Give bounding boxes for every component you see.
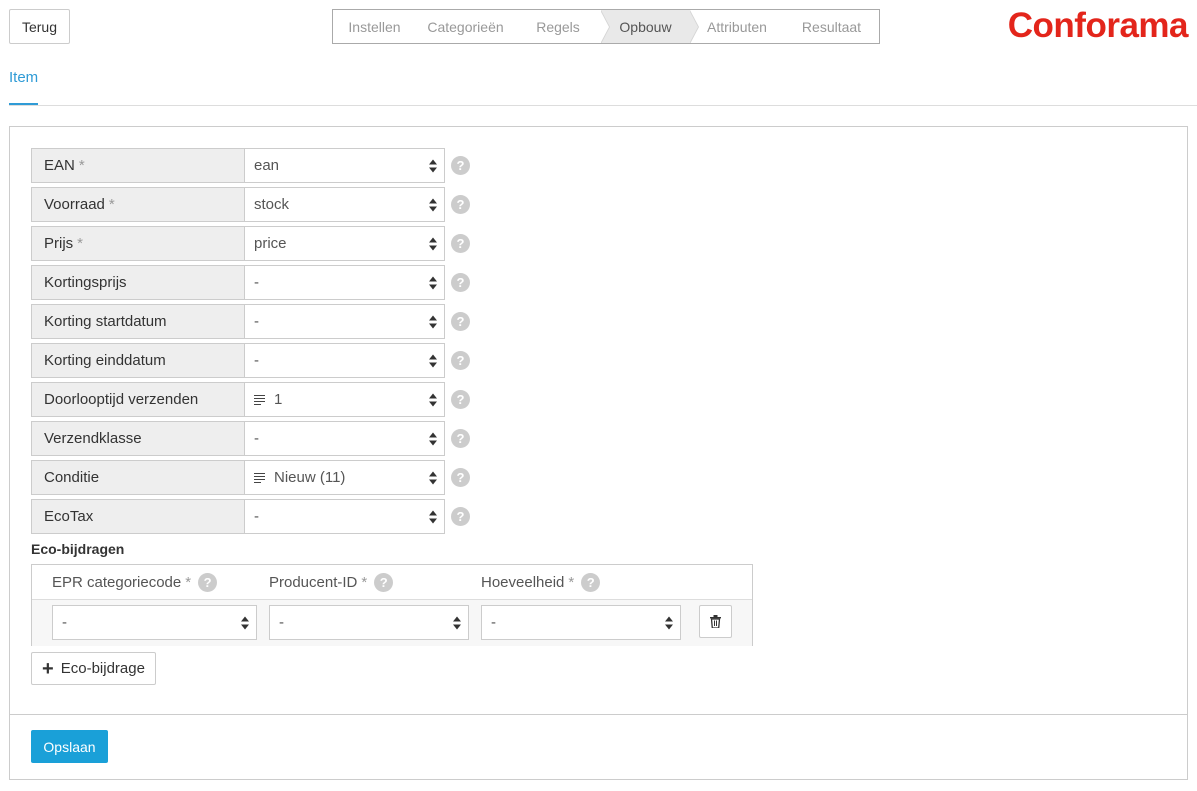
- kortingsprijs-select[interactable]: -: [245, 265, 445, 300]
- field-label: Korting startdatum: [31, 304, 245, 339]
- field-row-doorlooptijd: Doorlooptijd verzenden 1 ?: [31, 382, 470, 417]
- mapping-panel: EAN * ean ? Voorraad * stock ? Prijs * pric…: [9, 126, 1188, 780]
- delete-row-button[interactable]: [699, 605, 732, 638]
- select-arrows-icon: [241, 616, 250, 629]
- help-icon[interactable]: ?: [451, 429, 470, 448]
- prijs-select[interactable]: price: [245, 226, 445, 261]
- field-row-verzendklasse: Verzendklasse - ?: [31, 421, 470, 456]
- ecotax-select[interactable]: -: [245, 499, 445, 534]
- field-row-korting-startdatum: Korting startdatum - ?: [31, 304, 470, 339]
- field-row-korting-einddatum: Korting einddatum - ?: [31, 343, 470, 378]
- doorlooptijd-select[interactable]: 1: [245, 382, 445, 417]
- brand-logo: Conforama: [1007, 6, 1189, 45]
- field-label: Conditie: [31, 460, 245, 495]
- plus-icon: +: [42, 657, 54, 680]
- trash-icon: [710, 615, 721, 628]
- help-icon[interactable]: ?: [374, 573, 394, 592]
- conditie-select[interactable]: Nieuw (11): [245, 460, 445, 495]
- field-label: EAN *: [31, 148, 245, 183]
- step-categorieen[interactable]: Categorieën: [416, 10, 515, 43]
- select-arrows-icon: [429, 432, 438, 445]
- tab-item[interactable]: Item: [9, 69, 39, 105]
- field-label: Doorlooptijd verzenden: [31, 382, 245, 417]
- step-resultaat[interactable]: Resultaat: [784, 10, 879, 43]
- save-button[interactable]: Opslaan: [31, 730, 108, 763]
- field-row-conditie: Conditie Nieuw (11) ?: [31, 460, 470, 495]
- eco-section-title: Eco-bijdragen: [31, 541, 125, 557]
- select-arrows-icon: [429, 510, 438, 523]
- voorraad-select[interactable]: stock: [245, 187, 445, 222]
- step-separator: [600, 10, 610, 43]
- field-row-ean: EAN * ean ?: [31, 148, 470, 183]
- verzendklasse-select[interactable]: -: [245, 421, 445, 456]
- select-arrows-icon: [429, 159, 438, 172]
- field-row-ecotax: EcoTax - ?: [31, 499, 470, 534]
- producent-select[interactable]: -: [269, 605, 469, 640]
- help-icon[interactable]: ?: [451, 390, 470, 409]
- help-icon[interactable]: ?: [451, 507, 470, 526]
- hoeveelheid-select[interactable]: -: [481, 605, 681, 640]
- select-arrows-icon: [429, 198, 438, 211]
- step-regels[interactable]: Regels: [515, 10, 610, 43]
- help-icon[interactable]: ?: [581, 573, 601, 592]
- field-label: Prijs *: [31, 226, 245, 261]
- step-opbouw[interactable]: Opbouw: [601, 10, 699, 43]
- eco-col-producent: Producent-ID *?: [269, 565, 394, 600]
- eco-col-hoeveelheid: Hoeveelheid *?: [481, 565, 601, 600]
- select-arrows-icon: [429, 237, 438, 250]
- tab-divider: [9, 105, 1197, 106]
- eco-table: EPR categoriecode *? Producent-ID *? Hoeve…: [31, 564, 753, 646]
- field-row-voorraad: Voorraad * stock ?: [31, 187, 470, 222]
- epr-select[interactable]: -: [52, 605, 257, 640]
- help-icon[interactable]: ?: [451, 351, 470, 370]
- eco-table-row: - - -: [32, 600, 752, 646]
- select-arrows-icon: [429, 471, 438, 484]
- field-label: Kortingsprijs: [31, 265, 245, 300]
- select-arrows-icon: [429, 315, 438, 328]
- wizard-steps: Instellen Categorieën Regels Opbouw Attr…: [332, 9, 880, 44]
- field-row-kortingsprijs: Kortingsprijs - ?: [31, 265, 470, 300]
- help-icon[interactable]: ?: [451, 273, 470, 292]
- field-label: Verzendklasse: [31, 421, 245, 456]
- help-icon[interactable]: ?: [451, 468, 470, 487]
- help-icon[interactable]: ?: [451, 195, 470, 214]
- add-eco-bijdrage-button[interactable]: + Eco-bijdrage: [31, 652, 156, 685]
- help-icon[interactable]: ?: [451, 234, 470, 253]
- step-separator: [689, 10, 699, 43]
- panel-divider: [10, 714, 1187, 715]
- korting-einddatum-select[interactable]: -: [245, 343, 445, 378]
- field-row-prijs: Prijs * price ?: [31, 226, 470, 261]
- eco-col-epr: EPR categoriecode *?: [52, 565, 218, 600]
- eco-table-header: EPR categoriecode *? Producent-ID *? Hoeve…: [32, 565, 752, 600]
- field-label: EcoTax: [31, 499, 245, 534]
- select-arrows-icon: [453, 616, 462, 629]
- back-button[interactable]: Terug: [9, 9, 70, 44]
- select-arrows-icon: [429, 354, 438, 367]
- ean-select[interactable]: ean: [245, 148, 445, 183]
- step-instellen[interactable]: Instellen: [333, 10, 416, 43]
- step-attributen[interactable]: Attributen: [690, 10, 784, 43]
- select-arrows-icon: [429, 393, 438, 406]
- help-icon[interactable]: ?: [451, 156, 470, 175]
- field-label: Voorraad *: [31, 187, 245, 222]
- help-icon[interactable]: ?: [198, 573, 218, 592]
- select-arrows-icon: [665, 616, 674, 629]
- field-label: Korting einddatum: [31, 343, 245, 378]
- help-icon[interactable]: ?: [451, 312, 470, 331]
- list-icon: [254, 472, 265, 484]
- list-icon: [254, 394, 265, 406]
- select-arrows-icon: [429, 276, 438, 289]
- korting-startdatum-select[interactable]: -: [245, 304, 445, 339]
